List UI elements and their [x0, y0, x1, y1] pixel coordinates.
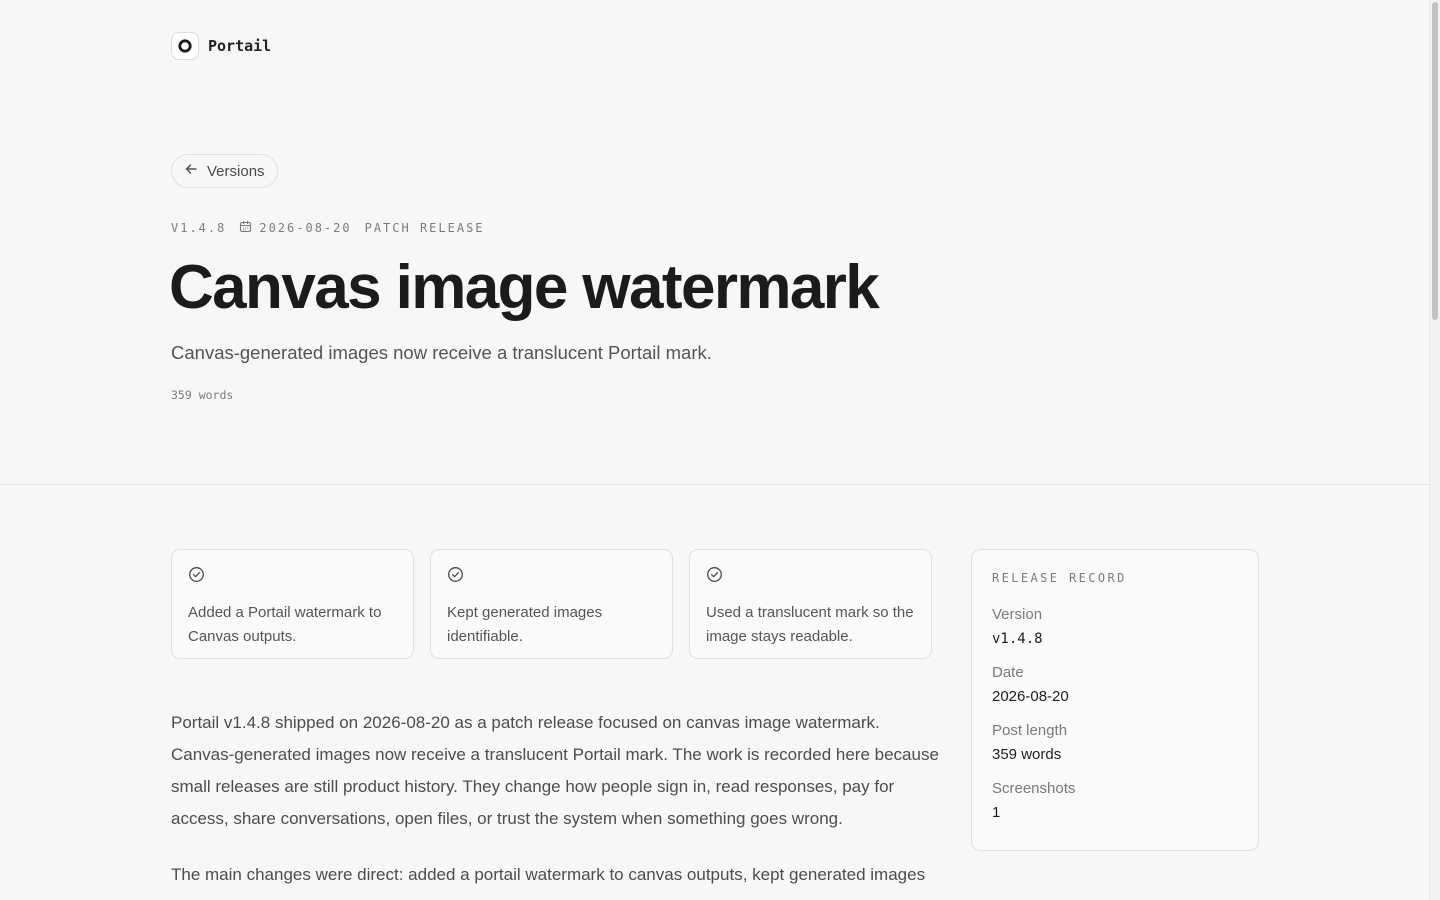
record-row-screenshots: Screenshots 1: [992, 779, 1238, 823]
record-label: Version: [992, 606, 1043, 623]
record-value: 2026-08-20: [992, 688, 1069, 705]
release-version: V1.4.8: [171, 221, 227, 235]
highlight-text: Used a translucent mark so the image sta…: [706, 604, 914, 645]
calendar-icon: [239, 220, 252, 236]
record-label: Post length: [992, 722, 1068, 739]
body-paragraph: Portail v1.4.8 shipped on 2026-08-20 as …: [171, 713, 939, 828]
scrollbar-thumb[interactable]: [1432, 2, 1438, 320]
highlight-cards: Added a Portail watermark to Canvas outp…: [171, 549, 932, 659]
portail-logo-icon: [171, 32, 199, 60]
record-value: v1.4.8: [992, 631, 1043, 647]
highlight-card: Added a Portail watermark to Canvas outp…: [171, 549, 414, 659]
back-button-label: Versions: [207, 162, 265, 180]
release-body: Portail v1.4.8 shipped on 2026-08-20 as …: [171, 707, 941, 900]
release-record-heading: RELEASE RECORD: [992, 571, 1127, 585]
page: Portail Versions V1.4.8 2026-08-20 PATCH…: [0, 0, 1440, 900]
check-circle-icon: [448, 567, 463, 582]
page-subtitle: Canvas-generated images now receive a tr…: [171, 342, 712, 363]
section-divider: [0, 484, 1429, 485]
release-date: 2026-08-20: [259, 221, 352, 235]
brand[interactable]: Portail: [171, 32, 271, 60]
highlight-card: Kept generated images identifiable.: [430, 549, 673, 659]
release-type: PATCH RELEASE: [364, 221, 485, 235]
record-row-date: Date 2026-08-20: [992, 663, 1238, 707]
record-label: Date: [992, 664, 1024, 681]
record-row-version: Version v1.4.8: [992, 605, 1238, 649]
vertical-scrollbar[interactable]: [1429, 0, 1440, 900]
record-value: 1: [992, 804, 1001, 821]
release-record-panel: RELEASE RECORD Version v1.4.8 Date 2026-…: [971, 549, 1259, 851]
release-meta: V1.4.8 2026-08-20 PATCH RELEASE: [171, 220, 485, 236]
highlight-text: Kept generated images identifiable.: [447, 604, 603, 645]
record-row-post-length: Post length 359 words: [992, 721, 1238, 765]
check-circle-icon: [707, 567, 722, 582]
highlight-card: Used a translucent mark so the image sta…: [689, 549, 932, 659]
record-value: 359 words: [992, 746, 1062, 763]
check-circle-icon: [189, 567, 204, 582]
word-count: 359 words: [171, 388, 234, 402]
release-date-group: 2026-08-20: [239, 220, 351, 236]
highlight-text: Added a Portail watermark to Canvas outp…: [188, 604, 382, 645]
record-label: Screenshots: [992, 780, 1076, 797]
body-paragraph: The main changes were direct: added a po…: [171, 865, 926, 884]
back-to-versions-button[interactable]: Versions: [171, 154, 278, 188]
page-title: Canvas image watermark: [169, 253, 880, 322]
arrow-left-icon: [184, 162, 198, 181]
brand-name: Portail: [208, 37, 272, 55]
